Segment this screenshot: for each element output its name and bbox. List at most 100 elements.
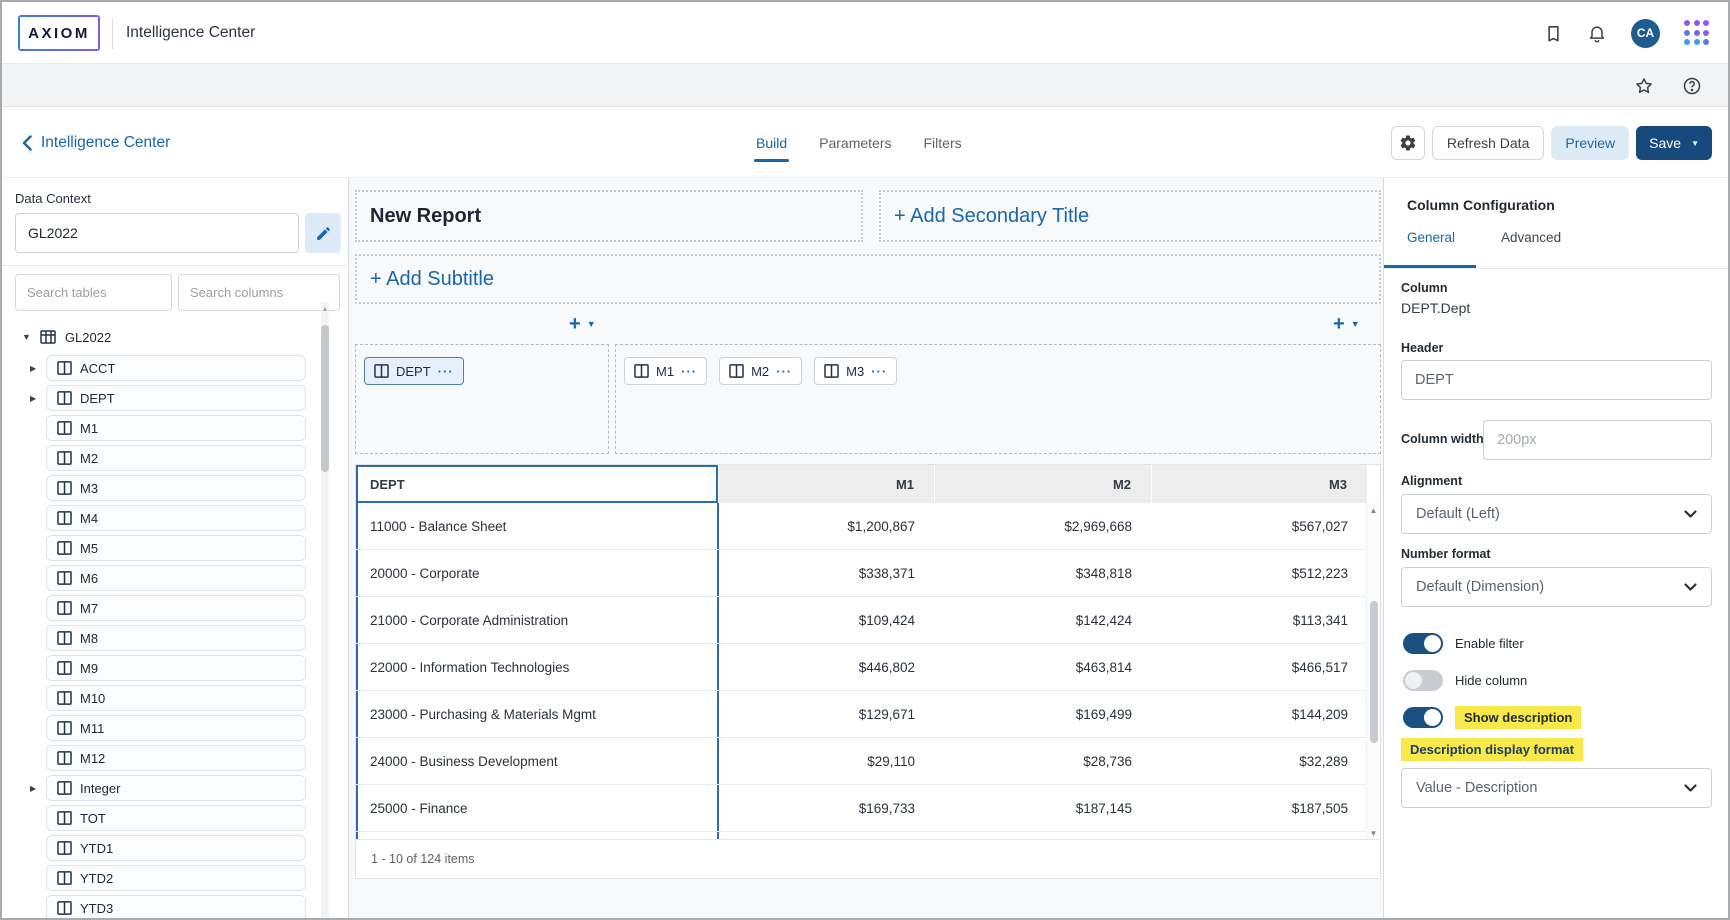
refresh-data-button[interactable]: Refresh Data [1432, 126, 1544, 160]
chip-menu-icon[interactable]: ··· [871, 364, 887, 379]
header-cell-dept[interactable]: DEPT [356, 465, 719, 503]
alignment-label: Alignment [1401, 474, 1462, 488]
table-scroll-up-icon[interactable]: ▲ [1367, 506, 1380, 515]
alignment-select[interactable]: Default (Left) [1401, 494, 1712, 534]
column-pill[interactable]: M4 [46, 505, 306, 531]
column-pill[interactable]: M2 [46, 445, 306, 471]
column-pill[interactable]: TOT [46, 805, 306, 831]
edit-context-button[interactable] [305, 213, 341, 253]
add-row-column-button[interactable]: + ▼ [569, 314, 596, 334]
tab-advanced[interactable]: Advanced [1501, 230, 1561, 259]
tree-item-tot[interactable]: TOT [2, 805, 348, 831]
add-measure-column-button[interactable]: + ▼ [1333, 314, 1360, 334]
tree-item-m6[interactable]: M6 [2, 565, 348, 591]
description-display-format-select[interactable]: Value - Description [1401, 768, 1712, 808]
tab-filters[interactable]: Filters [922, 108, 964, 178]
chip-menu-icon[interactable]: ··· [681, 364, 697, 379]
tree-item-m7[interactable]: M7 [2, 595, 348, 621]
measures-dropzone[interactable]: M1··· M2··· M3··· [615, 344, 1381, 454]
tree-item-m1[interactable]: M1 [2, 415, 348, 441]
chip-menu-icon[interactable]: ··· [438, 364, 454, 379]
chip-m1[interactable]: M1··· [624, 357, 707, 385]
expand-caret-icon[interactable]: ▶ [30, 364, 36, 373]
add-secondary-title-box[interactable]: + Add Secondary Title [879, 190, 1381, 242]
column-pill[interactable]: M8 [46, 625, 306, 651]
tab-general[interactable]: General [1407, 230, 1455, 259]
tree-item-m12[interactable]: M12 [2, 745, 348, 771]
column-pill[interactable]: M5 [46, 535, 306, 561]
tab-parameters[interactable]: Parameters [817, 108, 893, 178]
column-pill[interactable]: M3 [46, 475, 306, 501]
table-scrollbar-track[interactable]: ▲ ▼ [1366, 503, 1380, 841]
chip-dept[interactable]: DEPT··· [364, 357, 464, 385]
header-cell-m3[interactable]: M3 [1152, 465, 1368, 503]
column-pill[interactable]: YTD1 [46, 835, 306, 861]
column-pill[interactable]: YTD2 [46, 865, 306, 891]
tree-item-m9[interactable]: M9 [2, 655, 348, 681]
tree-item-ytd2[interactable]: YTD2 [2, 865, 348, 891]
search-tables-input[interactable] [15, 274, 172, 311]
bookmark-icon[interactable] [1544, 24, 1563, 43]
tree-item-m8[interactable]: M8 [2, 625, 348, 651]
report-title-box[interactable]: New Report [355, 190, 863, 242]
notifications-bell-icon[interactable] [1587, 23, 1607, 43]
tree-item-m10[interactable]: M10 [2, 685, 348, 711]
column-pill[interactable]: M7 [46, 595, 306, 621]
axiom-logo[interactable]: AXIOM [18, 15, 100, 51]
column-pill[interactable]: M1 [46, 415, 306, 441]
column-pill[interactable]: M11 [46, 715, 306, 741]
tree-item-m3[interactable]: M3 [2, 475, 348, 501]
tree-item-integer[interactable]: ▶ Integer [2, 775, 348, 801]
column-pill[interactable]: ACCT [46, 355, 306, 381]
table-scrollbar-thumb[interactable] [1370, 601, 1378, 743]
sidebar-scrollbar-thumb[interactable] [321, 325, 329, 472]
app-switcher-icon[interactable] [1684, 20, 1710, 46]
row-dimension-dropzone[interactable]: DEPT··· [355, 344, 609, 454]
column-pill[interactable]: M10 [46, 685, 306, 711]
header-cell-m2[interactable]: M2 [935, 465, 1152, 503]
tree-expanded-caret-icon[interactable]: ▼ [22, 332, 31, 342]
search-columns-input[interactable] [178, 274, 340, 311]
table-scroll-down-icon[interactable]: ▼ [1367, 829, 1380, 838]
tree-item-ytd3[interactable]: YTD3 [2, 895, 348, 918]
column-pill[interactable]: YTD3 [46, 895, 306, 918]
column-pill[interactable]: Integer [46, 775, 306, 801]
column-pill[interactable]: M12 [46, 745, 306, 771]
chip-m3[interactable]: M3··· [814, 357, 897, 385]
favorite-star-icon[interactable] [1634, 76, 1654, 96]
tree-item-m5[interactable]: M5 [2, 535, 348, 561]
expand-caret-icon[interactable]: ▶ [30, 394, 36, 403]
value-cell: $1,200,867 [719, 503, 935, 549]
user-avatar[interactable]: CA [1631, 19, 1660, 48]
column-pill[interactable]: DEPT [46, 385, 306, 411]
number-format-select[interactable]: Default (Dimension) [1401, 567, 1712, 607]
gear-icon [1399, 134, 1417, 152]
expand-caret-icon[interactable]: ▶ [30, 784, 36, 793]
help-icon[interactable] [1682, 76, 1702, 96]
tree-root-gl2022[interactable]: ▼ GL2022 [2, 325, 348, 349]
data-context-input[interactable] [15, 213, 299, 253]
preview-button[interactable]: Preview [1551, 126, 1629, 160]
header-cell-m1[interactable]: M1 [719, 465, 935, 503]
header-input[interactable] [1401, 360, 1712, 400]
settings-gear-button[interactable] [1391, 126, 1425, 160]
back-link[interactable]: Intelligence Center [22, 108, 170, 178]
save-button[interactable]: Save▼ [1636, 126, 1712, 160]
column-width-input[interactable] [1483, 420, 1712, 460]
tree-item-acct[interactable]: ▶ ACCT [2, 355, 348, 381]
tree-item-dept[interactable]: ▶ DEPT [2, 385, 348, 411]
column-pill[interactable]: M6 [46, 565, 306, 591]
add-subtitle-box[interactable]: + Add Subtitle [355, 254, 1381, 304]
column-pill[interactable]: M9 [46, 655, 306, 681]
tab-build[interactable]: Build [754, 108, 789, 178]
hide-column-toggle[interactable] [1403, 670, 1443, 691]
tree-item-m11[interactable]: M11 [2, 715, 348, 741]
tree-item-ytd1[interactable]: YTD1 [2, 835, 348, 861]
chip-m2[interactable]: M2··· [719, 357, 802, 385]
enable-filter-toggle[interactable] [1403, 633, 1443, 654]
chip-menu-icon[interactable]: ··· [776, 364, 792, 379]
tree-item-m2[interactable]: M2 [2, 445, 348, 471]
show-description-toggle[interactable] [1403, 707, 1443, 728]
sidebar-scroll-up-icon[interactable]: ▲ [321, 306, 329, 313]
tree-item-m4[interactable]: M4 [2, 505, 348, 531]
